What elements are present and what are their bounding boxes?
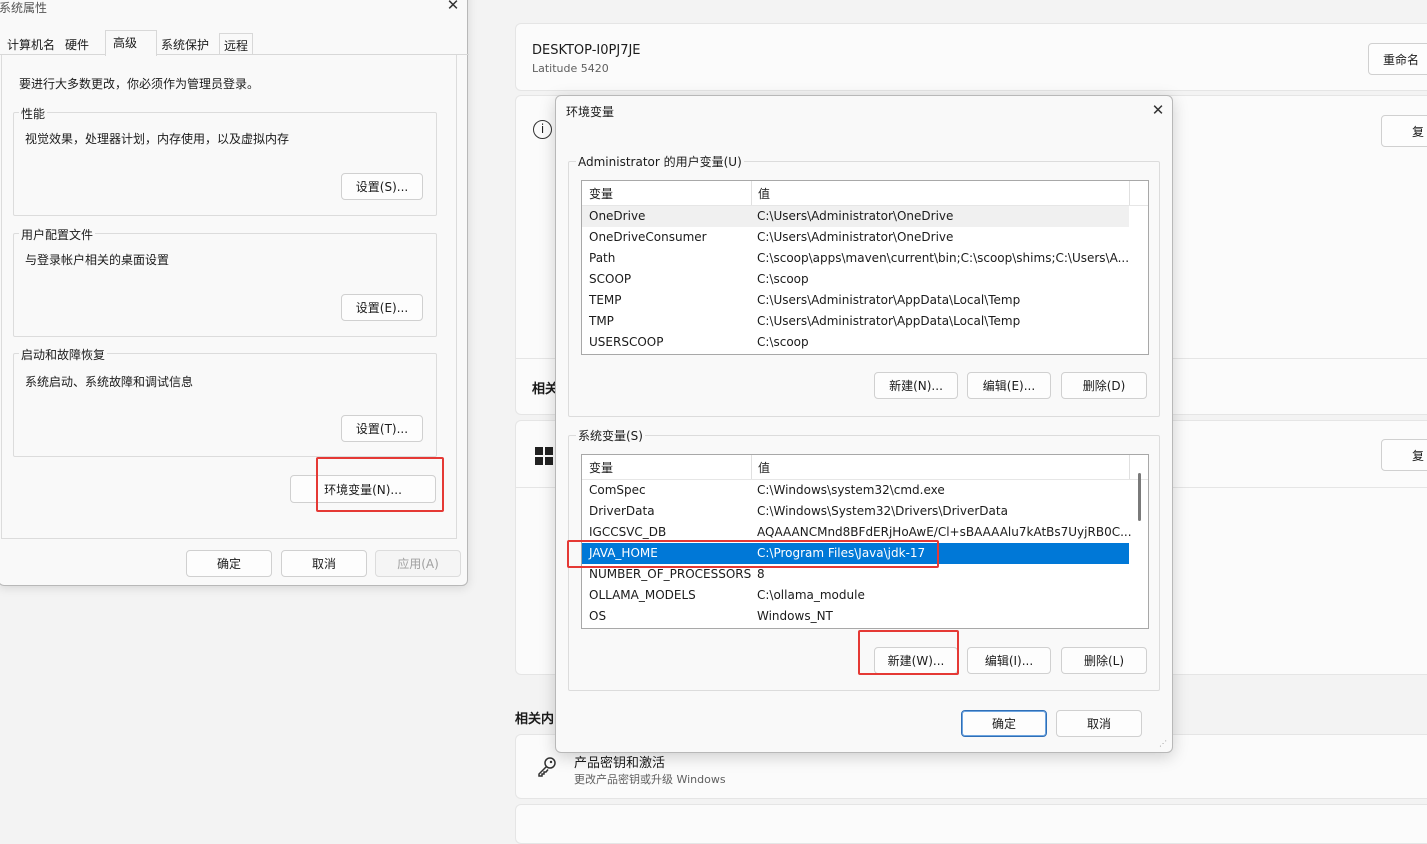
close-icon[interactable]: ✕ bbox=[445, 0, 461, 13]
environment-variables-dialog: 环境变量 ✕ Administrator 的用户变量(U) 变量 值 OneDr… bbox=[555, 95, 1173, 753]
performance-desc: 视觉效果，处理器计划，内存使用，以及虚拟内存 bbox=[25, 132, 290, 146]
user-profile-desc: 与登录帐户相关的桌面设置 bbox=[25, 253, 170, 267]
table-row[interactable]: DriverData C:\Windows\System32\Drivers\Dr… bbox=[582, 501, 1129, 522]
startup-recovery-desc: 系统启动、系统故障和调试信息 bbox=[25, 375, 194, 389]
tab-hardware[interactable]: 硬件 bbox=[61, 33, 93, 55]
device-name: DESKTOP-I0PJ7JE bbox=[532, 43, 641, 58]
table-row[interactable]: OS Windows_NT bbox=[582, 606, 1129, 627]
startup-recovery-settings-button[interactable]: 设置(T)... bbox=[341, 415, 423, 442]
table-row[interactable]: USERSCOOP C:\scoop bbox=[582, 332, 1129, 353]
info-icon: i bbox=[533, 120, 552, 139]
copy-specs-button[interactable]: 复 bbox=[1381, 115, 1427, 147]
system-variables-label: 系统变量(S) bbox=[576, 427, 645, 444]
admin-note: 要进行大多数更改，你必须作为管理员登录。 bbox=[19, 77, 260, 91]
user-profile-group bbox=[13, 233, 437, 337]
tab-system-protection[interactable]: 系统保护 bbox=[157, 33, 213, 55]
performance-settings-button[interactable]: 设置(S)... bbox=[341, 173, 423, 200]
resize-grip-icon[interactable]: ⋰ bbox=[1159, 739, 1169, 749]
tab-advanced[interactable]: 高级 bbox=[105, 30, 157, 56]
user-variables-label: Administrator 的用户变量(U) bbox=[576, 153, 744, 170]
window-title: 系统属性 bbox=[0, 1, 48, 15]
tab-remote[interactable]: 远程 bbox=[219, 33, 254, 55]
copy-windows-specs-button[interactable]: 复 bbox=[1381, 439, 1427, 471]
tab-computer-name[interactable]: 计算机名 bbox=[3, 33, 59, 55]
table-row[interactable]: TMP C:\Users\Administrator\AppData\Local\… bbox=[582, 311, 1129, 332]
performance-group-label: 性能 bbox=[19, 105, 48, 122]
user-variables-list[interactable]: 变量 值 OneDrive C:\Users\Administrator\OneD… bbox=[581, 180, 1149, 355]
performance-group bbox=[13, 112, 437, 216]
ok-button[interactable]: 确定 bbox=[186, 550, 272, 577]
highlight-java-home bbox=[567, 540, 939, 568]
table-row[interactable]: ComSpec C:\Windows\system32\cmd.exe bbox=[582, 480, 1129, 501]
table-row[interactable]: Path C:\scoop\apps\maven\current\bin;C:\s… bbox=[582, 248, 1129, 269]
product-key-desc: 更改产品密钥或升级 Windows bbox=[574, 773, 726, 786]
product-key-title: 产品密钥和激活 bbox=[574, 756, 666, 771]
next-card bbox=[515, 804, 1427, 844]
key-icon bbox=[536, 755, 558, 777]
user-col-value-header[interactable]: 值 bbox=[758, 185, 770, 202]
device-model: Latitude 5420 bbox=[532, 62, 609, 75]
user-new-button[interactable]: 新建(N)... bbox=[874, 372, 958, 399]
user-profile-settings-button[interactable]: 设置(E)... bbox=[341, 294, 423, 321]
cancel-button[interactable]: 取消 bbox=[281, 550, 367, 577]
highlight-system-new bbox=[858, 630, 959, 675]
table-row[interactable]: OneDriveConsumer C:\Users\Administrator\O… bbox=[582, 227, 1129, 248]
vertical-scrollbar[interactable] bbox=[1138, 473, 1141, 521]
dialog-close-icon[interactable]: ✕ bbox=[1150, 102, 1166, 118]
system-delete-button[interactable]: 删除(L) bbox=[1061, 647, 1147, 674]
startup-recovery-group-label: 启动和故障恢复 bbox=[19, 346, 108, 363]
sys-col-name-header[interactable]: 变量 bbox=[589, 459, 613, 476]
table-row[interactable]: OneDrive C:\Users\Administrator\OneDrive bbox=[582, 206, 1129, 227]
dialog-ok-button[interactable]: 确定 bbox=[961, 710, 1047, 737]
user-edit-button[interactable]: 编辑(E)... bbox=[967, 372, 1051, 399]
table-row[interactable]: TEMP C:\Users\Administrator\AppData\Local… bbox=[582, 290, 1129, 311]
dialog-cancel-button[interactable]: 取消 bbox=[1056, 710, 1142, 737]
system-properties-window: 系统属性 ✕ 计算机名 硬件 高级 系统保护 远程 要进行大多数更改，你必须作为… bbox=[0, 0, 469, 586]
rename-button[interactable]: 重命名 bbox=[1368, 43, 1427, 75]
user-delete-button[interactable]: 删除(D) bbox=[1061, 372, 1147, 399]
highlight-environment-variables bbox=[316, 457, 444, 512]
sys-col-value-header[interactable]: 值 bbox=[758, 459, 770, 476]
related-content-heading: 相关内 bbox=[515, 712, 555, 727]
user-col-name-header[interactable]: 变量 bbox=[589, 185, 613, 202]
table-row[interactable]: SCOOP C:\scoop bbox=[582, 269, 1129, 290]
windows-logo-icon bbox=[535, 447, 553, 465]
device-card: DESKTOP-I0PJ7JE Latitude 5420 重命名 bbox=[515, 23, 1427, 91]
table-row[interactable]: OLLAMA_MODELS C:\ollama_module bbox=[582, 585, 1129, 606]
dialog-title: 环境变量 bbox=[566, 105, 615, 119]
user-profile-group-label: 用户配置文件 bbox=[19, 226, 96, 243]
apply-button[interactable]: 应用(A) bbox=[375, 550, 461, 577]
system-edit-button[interactable]: 编辑(I)... bbox=[967, 647, 1051, 674]
